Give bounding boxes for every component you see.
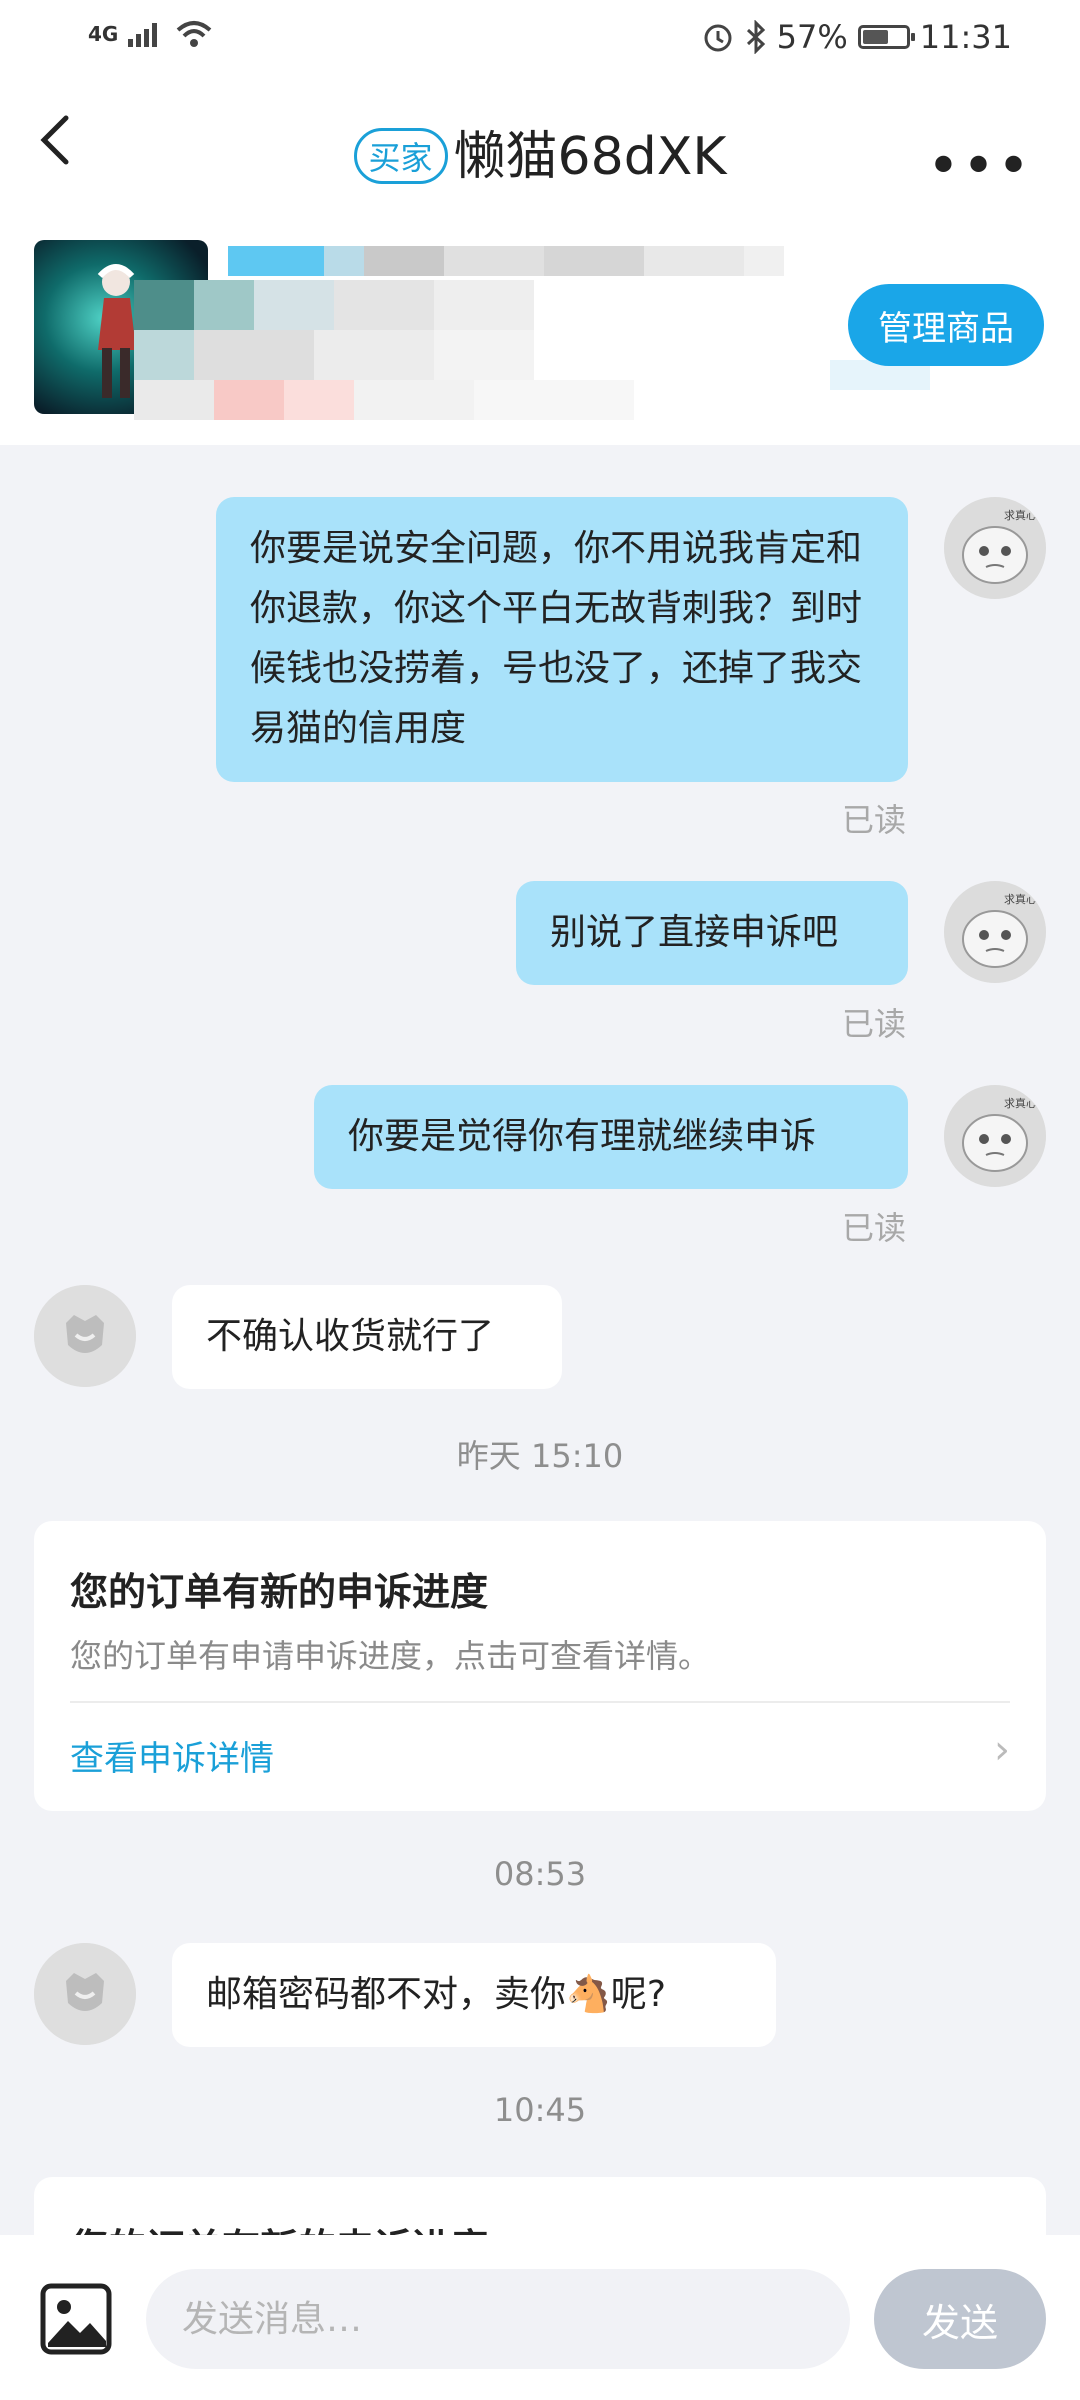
battery-percent: 57% (776, 18, 848, 56)
message-text: 邮箱密码都不对，卖你 (206, 1974, 567, 2015)
timestamp: 08:53 (493, 1855, 587, 1893)
chevron-right-icon: › (994, 1727, 1010, 1773)
battery-level (862, 30, 888, 44)
svg-text:求真心: 求真心 (1004, 892, 1037, 906)
buyer-badge: 买家 (353, 128, 448, 184)
view-appeal-details-link[interactable]: 查看申诉详情 (70, 1731, 274, 1780)
message-input[interactable] (146, 2269, 850, 2369)
cat-shield-icon (34, 1943, 136, 2045)
message-bubble-outgoing[interactable]: 你要是觉得你有理就继续申诉 (314, 1085, 908, 1189)
chat-area[interactable]: 你要是说安全问题，你不用说我肯定和你退款，你这个平白无故背刺我？到时候钱也没捞着… (0, 445, 1080, 2235)
cat-shield-icon (34, 1285, 136, 1387)
my-avatar[interactable]: 求真心 (944, 881, 1046, 983)
timestamp: 10:45 (493, 2091, 587, 2129)
product-bar: 管理商品 (0, 230, 1080, 445)
clock: 11:31 (919, 18, 1012, 56)
cartoon-face-icon: 求真心 (944, 881, 1046, 983)
appeal-progress-card[interactable]: 您的订单有新的申诉进度 (34, 2177, 1046, 2235)
svg-text:求真心: 求真心 (1004, 1096, 1037, 1110)
header: 买家 懒猫68dXK ••• (0, 80, 1080, 230)
send-button[interactable]: 发送 (874, 2269, 1046, 2369)
my-avatar[interactable]: 求真心 (944, 497, 1046, 599)
timestamp: 昨天 15:10 (456, 1437, 624, 1475)
message-bubble-outgoing[interactable]: 别说了直接申诉吧 (516, 881, 908, 985)
card-title: 您的订单有新的申诉进度 (70, 2217, 488, 2235)
contact-name: 懒猫68dXK (453, 127, 727, 187)
battery-icon (857, 25, 915, 49)
contact-avatar[interactable] (34, 1943, 136, 2045)
cartoon-face-icon: 求真心 (944, 1085, 1046, 1187)
alarm-icon (704, 24, 732, 52)
network-label: 4G (88, 22, 119, 46)
divider (70, 1701, 1010, 1703)
read-status: 已读 (841, 801, 906, 839)
my-avatar[interactable]: 求真心 (944, 1085, 1046, 1187)
chat-title: 买家 懒猫68dXK (0, 114, 1080, 189)
input-bar: 发送 (0, 2235, 1080, 2400)
svg-text:求真心: 求真心 (1004, 508, 1037, 522)
wifi-icon (177, 21, 212, 47)
read-status: 已读 (841, 1209, 906, 1247)
appeal-progress-card[interactable]: 您的订单有新的申诉进度 您的订单有申请申诉进度，点击可查看详情。 查看申诉详情 … (34, 1521, 1046, 1811)
message-bubble-incoming[interactable]: 不确认收货就行了 (172, 1285, 562, 1389)
message-bubble-outgoing[interactable]: 你要是说安全问题，你不用说我肯定和你退款，你这个平白无故背刺我？到时候钱也没捞着… (216, 497, 908, 782)
message-text: 呢? (610, 1974, 666, 2015)
more-menu-icon[interactable]: ••• (927, 134, 1032, 199)
bluetooth-icon (746, 20, 765, 54)
contact-avatar[interactable] (34, 1285, 136, 1387)
cartoon-face-icon: 求真心 (944, 497, 1046, 599)
signal-icon (128, 23, 158, 47)
manage-product-button[interactable]: 管理商品 (848, 284, 1044, 366)
message-bubble-incoming[interactable]: 邮箱密码都不对，卖你🐴呢? (172, 1943, 776, 2047)
read-status: 已读 (841, 1005, 906, 1043)
image-picker-icon[interactable] (40, 2283, 112, 2355)
status-bar: 4G 57% 11:31 (0, 0, 1080, 80)
card-title: 您的订单有新的申诉进度 (70, 1570, 489, 1614)
horse-emoji-icon: 🐴 (566, 1974, 611, 2015)
card-description: 您的订单有申请申诉进度，点击可查看详情。 (70, 1637, 711, 1675)
